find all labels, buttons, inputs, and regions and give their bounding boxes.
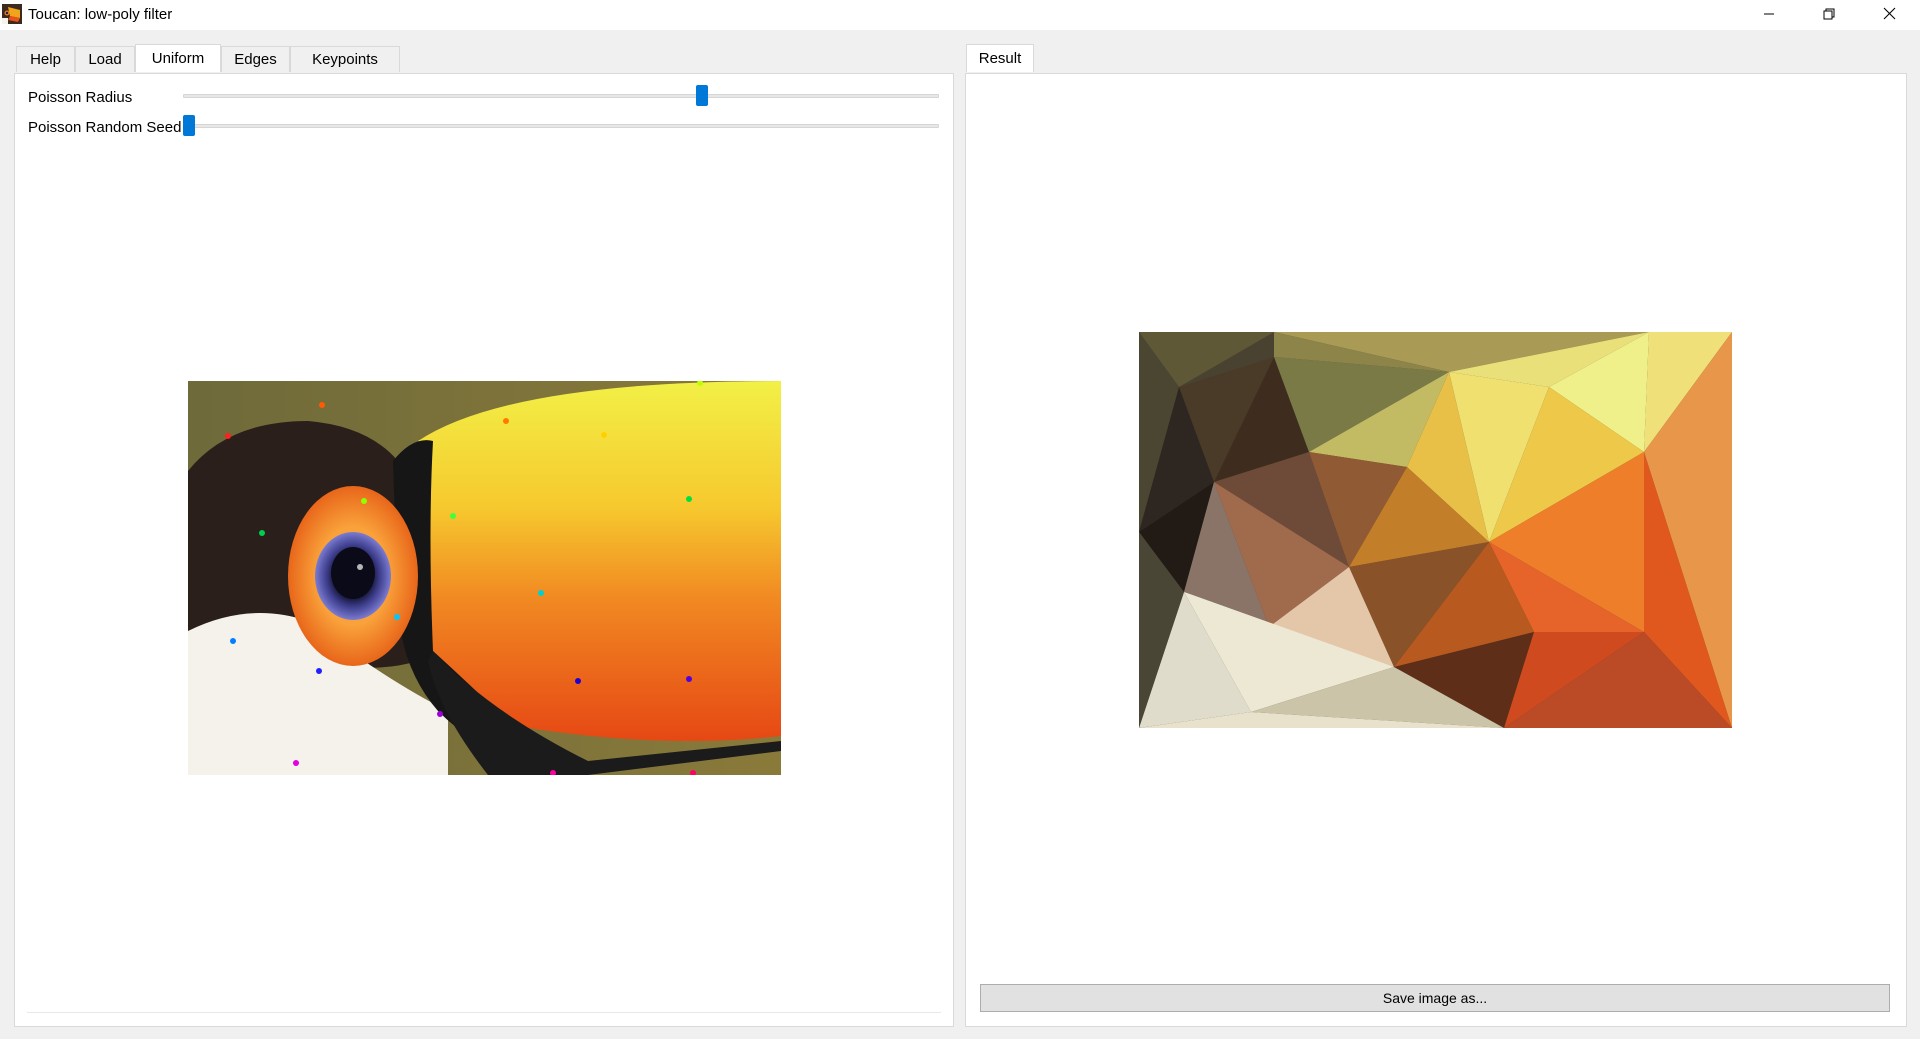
poisson-radius-slider-handle[interactable] <box>696 85 709 106</box>
right-tab-bar: Result <box>966 44 1046 73</box>
low-poly-result-image <box>1139 332 1732 728</box>
toucan-photo <box>188 381 781 775</box>
window-title: Toucan: low-poly filter <box>28 6 173 23</box>
minimize-icon <box>1763 7 1775 24</box>
restore-button[interactable] <box>1800 0 1858 30</box>
save-image-button[interactable]: Save image as... <box>980 984 1890 1012</box>
low-poly-triangles <box>1139 332 1732 728</box>
poisson-radius-track[interactable] <box>183 94 939 98</box>
uniform-tab-panel: Poisson Radius Poisson Random Seed <box>14 73 954 1027</box>
restore-icon <box>1823 7 1835 24</box>
poisson-random-seed-track[interactable] <box>183 124 939 128</box>
source-image-preview <box>188 381 781 775</box>
tab-uniform[interactable]: Uniform <box>135 44 221 72</box>
close-icon <box>1883 7 1896 24</box>
toucan-app-icon <box>2 4 22 24</box>
poisson-radius-label: Poisson Radius <box>28 89 133 106</box>
tab-help[interactable]: Help <box>16 46 75 72</box>
result-tab-panel: Save image as... <box>965 73 1907 1027</box>
bottom-divider <box>27 1012 941 1013</box>
title-bar: Toucan: low-poly filter <box>0 0 1920 30</box>
tab-keypoints[interactable]: Keypoints <box>290 46 400 72</box>
close-button[interactable] <box>1860 0 1918 30</box>
minimize-button[interactable] <box>1740 0 1798 30</box>
tab-result[interactable]: Result <box>966 44 1034 72</box>
tab-edges[interactable]: Edges <box>221 46 290 72</box>
poisson-random-seed-label: Poisson Random Seed <box>28 119 182 136</box>
poisson-random-seed-slider-handle[interactable] <box>183 115 195 136</box>
tab-load[interactable]: Load <box>75 46 135 72</box>
left-tab-bar: Help Load Uniform Edges Keypoints <box>16 44 400 73</box>
